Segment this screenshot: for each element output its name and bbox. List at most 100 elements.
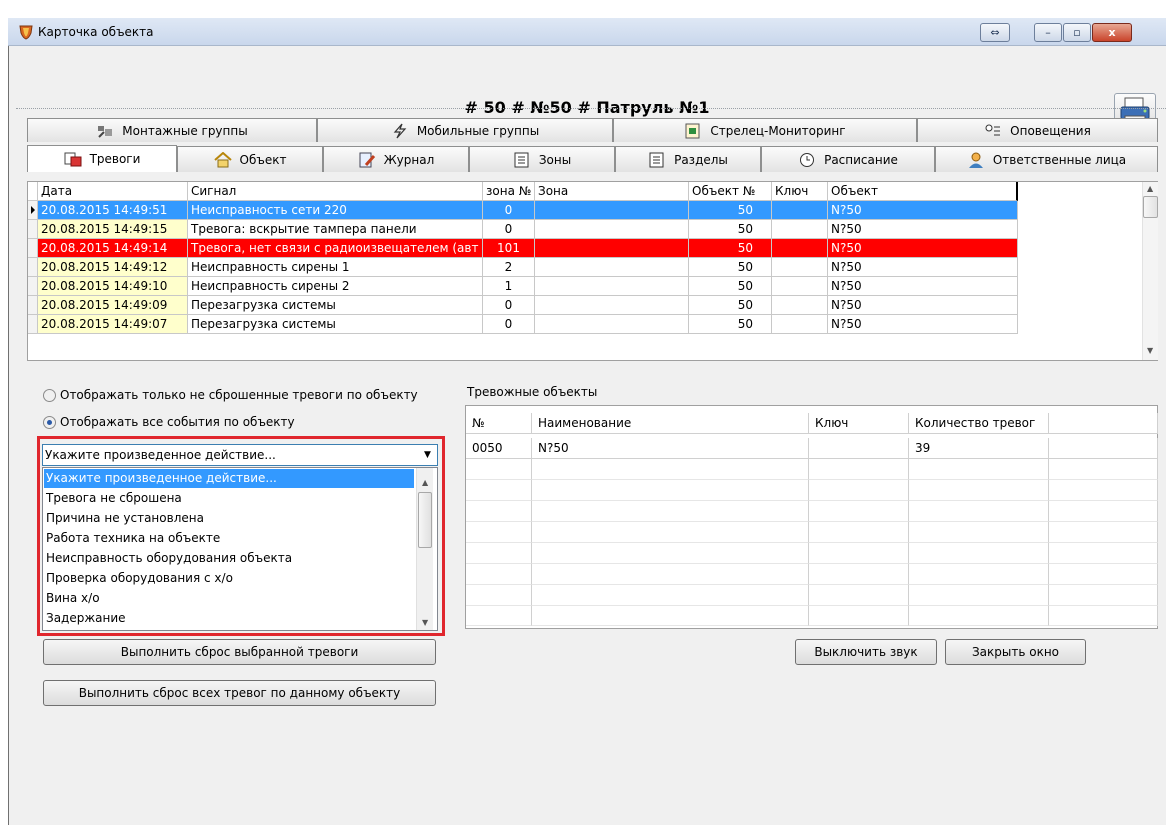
cell-zone-no: 1 bbox=[483, 277, 535, 296]
cell-date: 20.08.2015 14:49:51 bbox=[38, 201, 188, 220]
list-item[interactable]: Вина х/о bbox=[44, 589, 414, 608]
list-item[interactable]: Задержание bbox=[44, 609, 414, 628]
tab-label: Журнал bbox=[383, 152, 435, 167]
cell-zone bbox=[535, 296, 689, 315]
table-row[interactable]: 20.08.2015 14:49:07 Перезагрузка системы… bbox=[28, 315, 1018, 334]
tab-mobile-groups[interactable]: Мобильные группы bbox=[317, 118, 613, 142]
cell-no: 0050 bbox=[466, 438, 532, 459]
tab-mounting-groups[interactable]: Монтажные группы bbox=[27, 118, 317, 142]
alarm-objects-caption: Тревожные объекты bbox=[467, 385, 598, 399]
cell-zone-no: 101 bbox=[483, 239, 535, 258]
tab-label: Мобильные группы bbox=[416, 123, 540, 138]
events-scrollbar[interactable]: ▲ ▼ bbox=[1142, 182, 1158, 360]
tab-label: Оповещения bbox=[1010, 123, 1091, 138]
list-item[interactable]: Неисправность оборудования объекта bbox=[44, 549, 414, 568]
maximize-icon: ▫ bbox=[1073, 26, 1081, 39]
table-row[interactable]: 20.08.2015 14:49:15 Тревога: вскрытие та… bbox=[28, 220, 1018, 239]
list-item[interactable]: Тревога не сброшена bbox=[44, 489, 414, 508]
scroll-thumb[interactable] bbox=[418, 492, 432, 548]
scroll-up-icon[interactable]: ▲ bbox=[1147, 184, 1153, 193]
chevron-down-icon[interactable]: ▼ bbox=[419, 446, 436, 464]
cell-date: 20.08.2015 14:49:15 bbox=[38, 220, 188, 239]
cell-date: 20.08.2015 14:49:14 bbox=[38, 239, 188, 258]
table-row[interactable]: 20.08.2015 14:49:12 Неисправность сирены… bbox=[28, 258, 1018, 277]
alarm-icon bbox=[64, 151, 82, 167]
table-header-row: Дата Сигнал зона № Зона Объект № Ключ Об… bbox=[28, 182, 1018, 201]
scroll-up-icon[interactable]: ▲ bbox=[422, 478, 428, 487]
column-header-object-no[interactable]: Объект № bbox=[689, 182, 772, 201]
tab-label: Монтажные группы bbox=[122, 123, 248, 138]
cell-date: 20.08.2015 14:49:07 bbox=[38, 315, 188, 334]
cell-key bbox=[809, 438, 909, 459]
column-header-extra bbox=[1049, 413, 1158, 434]
cell-object-no: 50 bbox=[689, 277, 772, 296]
table-row[interactable]: 0050 N?50 39 bbox=[466, 438, 1158, 459]
maximize-button[interactable]: ▫ bbox=[1063, 23, 1091, 42]
cell-zone bbox=[535, 220, 689, 239]
table-row[interactable]: 20.08.2015 14:49:10 Неисправность сирены… bbox=[28, 277, 1018, 296]
tab-journal[interactable]: Журнал bbox=[323, 146, 469, 172]
tab-schedule[interactable]: Расписание bbox=[761, 146, 935, 172]
column-header-date[interactable]: Дата bbox=[38, 182, 188, 201]
list-item[interactable]: Проверка оборудования с х/о bbox=[44, 569, 414, 588]
restore-arrows-button[interactable]: ⇔ bbox=[980, 23, 1010, 42]
dropdown-scrollbar[interactable]: ▲ ▼ bbox=[416, 468, 433, 630]
radio-unreset-label[interactable]: Отображать только не сброшенные тревоги … bbox=[60, 387, 418, 403]
list-item[interactable]: Работа техника на объекте bbox=[44, 529, 414, 548]
radio-all-label[interactable]: Отображать все события по объекту bbox=[60, 414, 295, 430]
table-row-empty bbox=[466, 522, 1158, 543]
cell-zone bbox=[535, 239, 689, 258]
cell-object-no: 50 bbox=[689, 239, 772, 258]
column-header-name[interactable]: Наименование bbox=[532, 413, 809, 434]
tab-responsible-persons[interactable]: Ответственные лица bbox=[935, 146, 1158, 172]
cell-signal: Перезагрузка системы bbox=[188, 315, 483, 334]
column-header-zone-no[interactable]: зона № bbox=[483, 182, 535, 201]
close-window-bottom-button[interactable]: Закрыть окно bbox=[945, 639, 1086, 665]
scroll-down-icon[interactable]: ▼ bbox=[1147, 346, 1153, 355]
column-header-key[interactable]: Ключ bbox=[809, 413, 909, 434]
mute-sound-button[interactable]: Выключить звук bbox=[795, 639, 937, 665]
table-row-empty bbox=[466, 480, 1158, 501]
cell-object-no: 50 bbox=[689, 315, 772, 334]
tab-object[interactable]: Объект bbox=[177, 146, 323, 172]
reset-all-alarms-button[interactable]: Выполнить сброс всех тревог по данному о… bbox=[43, 680, 436, 706]
tab-label: Стрелец-Мониторинг bbox=[710, 123, 846, 138]
reset-selected-alarm-button[interactable]: Выполнить сброс выбранной тревоги bbox=[43, 639, 436, 665]
close-window-button[interactable]: x bbox=[1092, 23, 1132, 42]
scroll-thumb[interactable] bbox=[1143, 196, 1158, 218]
cell-key bbox=[772, 296, 828, 315]
list-item[interactable]: Укажите произведенное действие... bbox=[44, 469, 414, 488]
column-header-signal[interactable]: Сигнал bbox=[188, 182, 483, 201]
cell-zone-no: 2 bbox=[483, 258, 535, 277]
list-item[interactable]: Причина не установлена bbox=[44, 509, 414, 528]
tab-strelets-monitoring[interactable]: Стрелец-Мониторинг bbox=[613, 118, 917, 142]
tab-sections[interactable]: Разделы bbox=[615, 146, 761, 172]
header-divider bbox=[16, 108, 1166, 109]
cell-object-no: 50 bbox=[689, 258, 772, 277]
lightning-icon bbox=[391, 123, 409, 139]
cell-object: N?50 bbox=[828, 277, 1018, 296]
column-header-alarm-count[interactable]: Количество тревог bbox=[909, 413, 1049, 434]
column-header-zone[interactable]: Зона bbox=[535, 182, 689, 201]
tab-zones[interactable]: Зоны bbox=[469, 146, 615, 172]
tab-alarms[interactable]: Тревоги bbox=[27, 145, 177, 172]
minimize-button[interactable]: – bbox=[1034, 23, 1062, 42]
column-header-object[interactable]: Объект bbox=[828, 182, 1018, 201]
monitor-icon bbox=[684, 123, 702, 139]
column-header-key[interactable]: Ключ bbox=[772, 182, 828, 201]
events-table[interactable]: Дата Сигнал зона № Зона Объект № Ключ Об… bbox=[27, 181, 1158, 361]
table-row[interactable]: 20.08.2015 14:49:09 Перезагрузка системы… bbox=[28, 296, 1018, 315]
radio-all-events[interactable] bbox=[43, 416, 56, 429]
sections-icon bbox=[648, 152, 666, 168]
cell-zone-no: 0 bbox=[483, 220, 535, 239]
journal-icon bbox=[358, 152, 376, 168]
row-pointer-icon bbox=[28, 201, 38, 220]
scroll-down-icon[interactable]: ▼ bbox=[422, 618, 428, 627]
cell-key bbox=[772, 258, 828, 277]
table-row[interactable]: 20.08.2015 14:49:51 Неисправность сети 2… bbox=[28, 201, 1018, 220]
table-row[interactable]: 20.08.2015 14:49:14 Тревога, нет связи с… bbox=[28, 239, 1018, 258]
column-header-no[interactable]: № bbox=[466, 413, 532, 434]
tab-notifications[interactable]: Оповещения bbox=[917, 118, 1158, 142]
radio-unreset-only[interactable] bbox=[43, 389, 56, 402]
minimize-icon: – bbox=[1045, 26, 1051, 39]
